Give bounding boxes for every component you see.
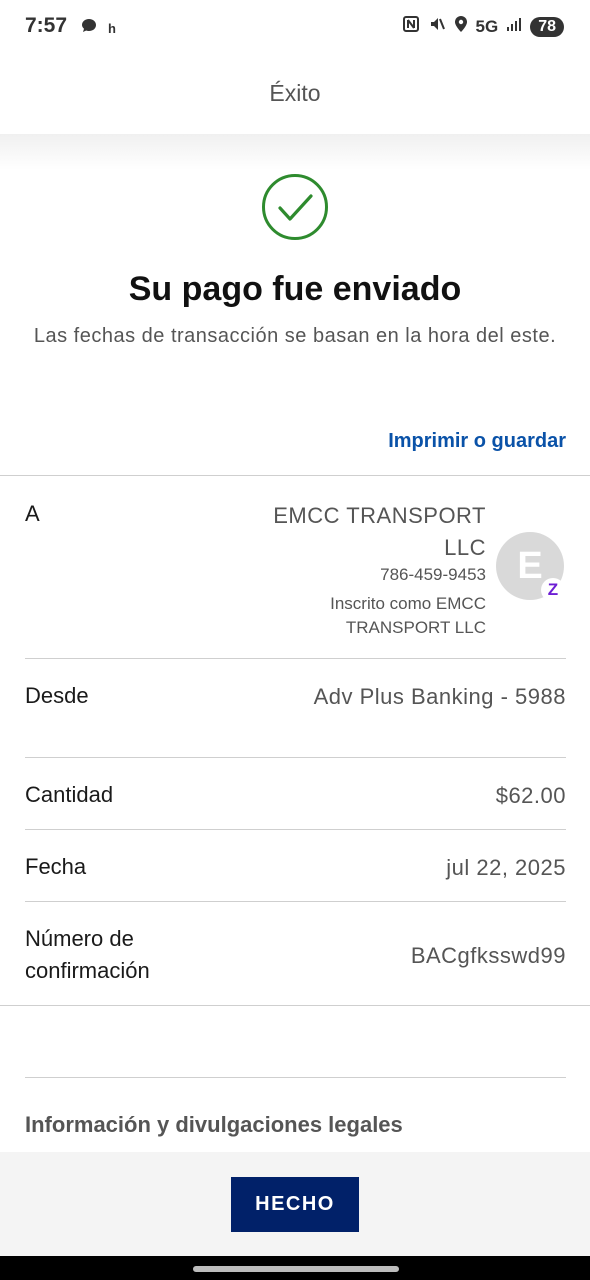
nfc-icon <box>402 15 420 38</box>
status-left-icons: h <box>80 17 116 40</box>
home-gesture-handle[interactable] <box>193 1266 399 1272</box>
header-shadow <box>0 134 590 170</box>
recipient-phone: 786-459-9453 <box>380 565 486 584</box>
header: Éxito <box>0 58 590 134</box>
divider <box>0 1005 590 1006</box>
status-bar: 7:57 h 5G 78 <box>0 0 590 58</box>
mute-vibrate-icon <box>428 15 446 38</box>
from-label: Desde <box>25 683 89 708</box>
amount-label: Cantidad <box>25 782 114 807</box>
divider <box>25 1077 566 1078</box>
divider <box>25 658 566 659</box>
navigation-bar <box>0 1256 590 1280</box>
date-label: Fecha <box>25 854 87 879</box>
zelle-badge-icon: Z <box>541 578 565 602</box>
divider <box>25 757 566 758</box>
legal-disclosures-heading[interactable]: Información y divulgaciones legales <box>25 1112 403 1138</box>
chat-bubble-icon <box>80 17 98 40</box>
footer: HECHO <box>0 1152 590 1256</box>
status-time: 7:57 <box>25 14 68 37</box>
divider <box>25 829 566 830</box>
h-icon: h <box>108 21 116 36</box>
to-label: A <box>25 501 40 526</box>
done-button[interactable]: HECHO <box>231 1177 359 1232</box>
battery-icon: 78 <box>530 16 564 37</box>
page-title: Éxito <box>269 80 321 106</box>
confirmation-number-value: BACgfksswd99 <box>410 943 566 968</box>
recipient-enrolled-as: Inscrito como EMCC TRANSPORT LLC <box>330 594 486 637</box>
confirmation-title: Su pago fue enviado <box>128 270 462 308</box>
from-account: Adv Plus Banking - 5988 <box>313 684 566 709</box>
confirmation-subtitle: Las fechas de transacción se basan en la… <box>33 325 557 347</box>
checkmark-circle-icon <box>261 173 329 241</box>
amount-value: $62.00 <box>495 783 566 808</box>
divider <box>25 901 566 902</box>
status-right-icons: 5G 78 <box>402 15 564 38</box>
signal-icon <box>506 16 522 37</box>
date-value: jul 22, 2025 <box>446 855 566 880</box>
confirmation-number-label: Número de confirmación <box>25 926 150 983</box>
print-or-save-link[interactable]: Imprimir o guardar <box>388 430 566 453</box>
avatar-initial: E <box>517 544 543 587</box>
recipient-name: EMCC TRANSPORT LLC <box>273 503 486 560</box>
divider <box>0 475 590 476</box>
location-icon <box>454 15 468 38</box>
network-label: 5G <box>475 16 499 36</box>
